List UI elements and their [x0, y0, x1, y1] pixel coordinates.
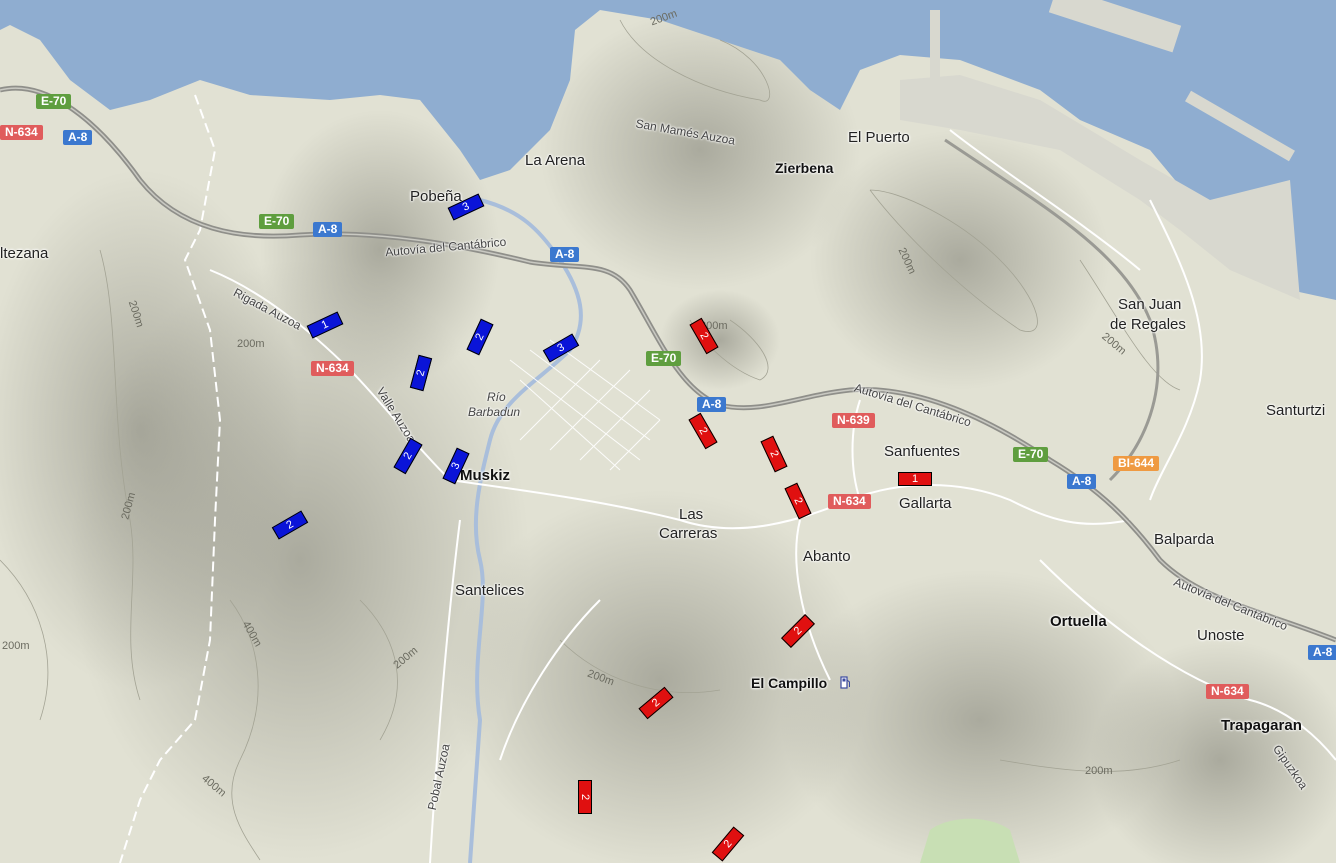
- place-santelices: Santelices: [455, 582, 525, 599]
- shield-a8: A-8: [63, 130, 93, 145]
- shield-n634: N-634: [311, 361, 354, 376]
- river-label-1: Río: [487, 390, 506, 404]
- place-sanfuentes: Sanfuentes: [884, 443, 960, 460]
- shield-e70: E-70: [1013, 447, 1049, 462]
- place-muskiz: Muskiz: [460, 467, 511, 484]
- shield-n634: N-634: [1206, 684, 1249, 699]
- place-las-carreras-2: Carreras: [659, 525, 718, 542]
- shield-a8: A-8: [550, 247, 580, 262]
- map-canvas[interactable]: ltezana Pobeña La Arena San Mamés Auzoa …: [0, 0, 1336, 863]
- map-marker-red[interactable]: 2: [578, 780, 592, 814]
- place-el-puerto: El Puerto: [848, 129, 910, 146]
- place-altezana: ltezana: [0, 245, 49, 262]
- contour-label: 200m: [1085, 765, 1113, 777]
- shield-a8: A-8: [1067, 474, 1097, 489]
- shield-e70: E-70: [36, 94, 72, 109]
- shield-e70: E-70: [259, 214, 295, 229]
- place-santurtzi: Santurtzi: [1266, 402, 1326, 419]
- place-gallarta: Gallarta: [899, 495, 952, 512]
- shield-n634: N-634: [828, 494, 871, 509]
- place-zierbena: Zierbena: [775, 160, 834, 176]
- contour-label: 200m: [2, 640, 30, 652]
- place-ortuella: Ortuella: [1050, 613, 1107, 630]
- fuel-station-icon[interactable]: [840, 676, 851, 689]
- place-san-juan-1: San Juan: [1118, 296, 1182, 313]
- place-unoste: Unoste: [1197, 627, 1245, 644]
- shield-a8: A-8: [1308, 645, 1336, 660]
- place-abanto: Abanto: [803, 548, 851, 565]
- place-las-carreras-1: Las: [679, 506, 704, 523]
- map-marker-red[interactable]: 1: [898, 472, 932, 486]
- shield-n639: N-639: [832, 413, 875, 428]
- place-san-juan-2: de Regales: [1110, 316, 1186, 333]
- place-la-arena: La Arena: [525, 152, 586, 169]
- shield-bi644: BI-644: [1113, 456, 1160, 471]
- place-el-campillo: El Campillo: [751, 675, 828, 691]
- place-trapagaran: Trapagaran: [1221, 717, 1302, 734]
- shield-n634: N-634: [0, 125, 43, 140]
- river-label-2: Barbadun: [468, 405, 521, 419]
- shield-a8: A-8: [697, 397, 727, 412]
- place-balparda: Balparda: [1154, 531, 1215, 548]
- place-pobena: Pobeña: [410, 188, 462, 205]
- shield-e70: E-70: [646, 351, 682, 366]
- shield-a8: A-8: [313, 222, 343, 237]
- contour-label: 200m: [237, 338, 265, 350]
